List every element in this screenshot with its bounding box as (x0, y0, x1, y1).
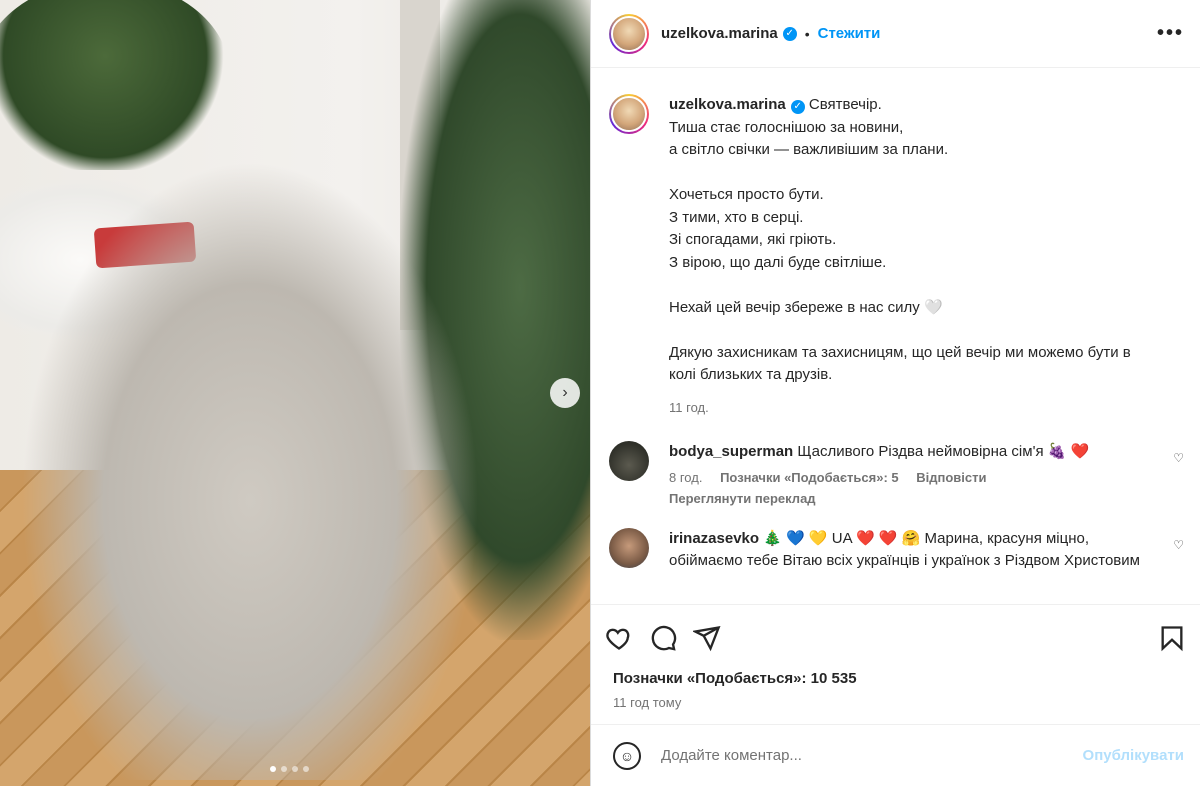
comment-icon[interactable] (649, 624, 677, 652)
comment-likes[interactable]: Позначки «Подобається»: 5 (720, 470, 899, 485)
photo-family (20, 160, 480, 780)
like-comment-icon[interactable]: ♡ (1173, 528, 1184, 573)
bookmark-icon[interactable] (1158, 624, 1186, 652)
comment-time[interactable]: 8 год. (669, 470, 702, 485)
post-header: uzelkova.marina ✓ • Стежити ••• (591, 0, 1200, 68)
carousel-dot (303, 766, 309, 772)
add-comment-bar: ☺ Опублікувати (591, 724, 1200, 786)
carousel-dots (270, 766, 309, 772)
avatar[interactable] (609, 13, 649, 54)
post-actions (591, 604, 1200, 670)
carousel-dot (281, 766, 287, 772)
carousel-next-button[interactable]: › (550, 378, 580, 408)
post-caption: uzelkova.marina ✓ Святвечір. Тиша стає го… (609, 68, 1184, 419)
comment-item: bodya_superman Щасливого Різдва неймовір… (609, 441, 1184, 506)
reply-button[interactable]: Відповісти (916, 470, 986, 485)
follow-button[interactable]: Стежити (818, 25, 881, 42)
see-translation-button[interactable]: Переглянути переклад (669, 491, 1159, 506)
caption-timestamp[interactable]: 11 год. (669, 397, 1159, 420)
comment-text: Щасливого Різдва неймовірна сім'я 🍇 ❤️ (797, 443, 1090, 460)
like-comment-icon[interactable]: ♡ (1173, 441, 1184, 506)
avatar[interactable] (609, 94, 649, 134)
caption-username[interactable]: uzelkova.marina (669, 96, 786, 113)
more-options-icon[interactable]: ••• (1157, 22, 1184, 45)
publish-button[interactable]: Опублікувати (1083, 747, 1184, 764)
likes-count[interactable]: Позначки «Подобається»: 10 535 (591, 670, 1200, 687)
post-sidebar: uzelkova.marina ✓ • Стежити ••• uzelkova… (590, 0, 1200, 786)
post-time-ago[interactable]: 11 год тому (591, 687, 1200, 710)
comment-username[interactable]: irinazasevko (669, 530, 759, 547)
carousel-dot (270, 766, 276, 772)
christmas-tree-left (0, 0, 230, 170)
share-icon[interactable] (693, 624, 721, 652)
comments-scroll[interactable]: uzelkova.marina ✓ Святвечір. Тиша стає го… (591, 68, 1200, 604)
header-separator: • (804, 25, 810, 42)
carousel-dot (292, 766, 298, 772)
emoji-icon[interactable]: ☺ (613, 741, 641, 770)
caption-first-line: Святвечір. (808, 96, 882, 113)
post-photo[interactable]: › (0, 0, 590, 786)
header-username[interactable]: uzelkova.marina (661, 25, 778, 42)
caption-text: Тиша стає голоснішою за новини, а світло… (669, 118, 1131, 384)
comment-item: irinazasevko 🎄 💙 💛 UA ❤️ ❤️ 🤗 Марина, кр… (609, 527, 1184, 573)
avatar[interactable] (609, 441, 649, 481)
heart-icon[interactable] (605, 624, 633, 652)
verified-badge-icon: ✓ (782, 26, 797, 41)
comment-input[interactable] (659, 746, 1083, 765)
comment-username[interactable]: bodya_superman (669, 443, 793, 460)
verified-badge-icon: ✓ (790, 100, 805, 115)
avatar[interactable] (609, 527, 649, 568)
